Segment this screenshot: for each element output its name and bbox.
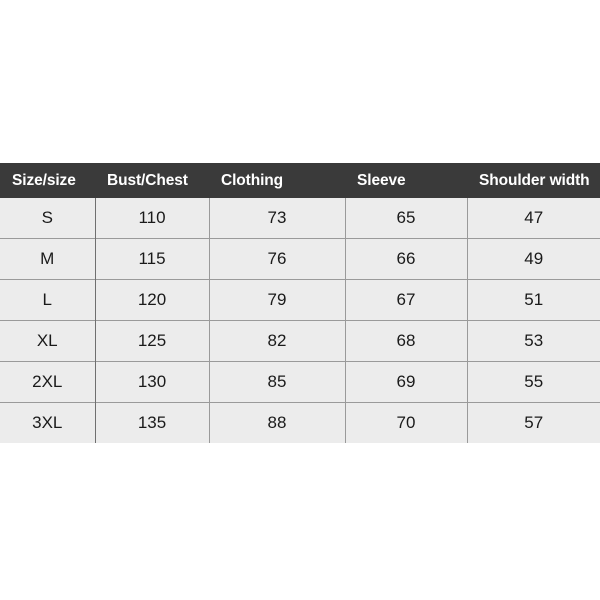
cell-sleeve: 66 xyxy=(345,238,468,280)
table-row: 3XL 135 88 70 57 xyxy=(0,402,600,443)
cell-clothing: 88 xyxy=(209,402,346,443)
column-header-bust-chest: Bust/Chest xyxy=(107,171,188,189)
table-row: 2XL 130 85 69 55 xyxy=(0,361,600,403)
table-header: Size/size Bust/Chest Clothing Sleeve Sho… xyxy=(0,163,600,198)
cell-bust: 130 xyxy=(95,361,210,403)
cell-clothing: 82 xyxy=(209,320,346,362)
cell-shoulder: 55 xyxy=(467,361,600,403)
cell-size: S xyxy=(0,198,96,239)
cell-clothing: 85 xyxy=(209,361,346,403)
cell-size: 2XL xyxy=(0,361,96,403)
table-row: S 110 73 65 47 xyxy=(0,198,600,239)
cell-shoulder: 49 xyxy=(467,238,600,280)
table-row: M 115 76 66 49 xyxy=(0,238,600,280)
size-chart-table: Size/size Bust/Chest Clothing Sleeve Sho… xyxy=(0,163,600,443)
cell-bust: 125 xyxy=(95,320,210,362)
cell-bust: 120 xyxy=(95,279,210,321)
table-body: S 110 73 65 47 M 115 76 66 49 L 120 79 6… xyxy=(0,198,600,443)
cell-sleeve: 70 xyxy=(345,402,468,443)
size-chart-container: Size/size Bust/Chest Clothing Sleeve Sho… xyxy=(0,163,600,443)
cell-shoulder: 57 xyxy=(467,402,600,443)
table-header-row: Size/size Bust/Chest Clothing Sleeve Sho… xyxy=(0,163,600,198)
column-header-size: Size/size xyxy=(12,171,76,189)
cell-clothing: 73 xyxy=(209,198,346,239)
cell-sleeve: 65 xyxy=(345,198,468,239)
cell-shoulder: 47 xyxy=(524,208,544,227)
cell-size: 3XL xyxy=(0,402,96,443)
cell-size: XL xyxy=(0,320,96,362)
cell-clothing: 76 xyxy=(209,238,346,280)
column-header-sleeve: Sleeve xyxy=(357,171,406,189)
cell-sleeve: 67 xyxy=(345,279,468,321)
cell-bust: 135 xyxy=(95,402,210,443)
cell-shoulder: 53 xyxy=(467,320,600,362)
column-header-clothing: Clothing xyxy=(221,171,284,189)
cell-shoulder: 51 xyxy=(467,279,600,321)
cell-sleeve: 69 xyxy=(345,361,468,403)
cell-clothing: 79 xyxy=(209,279,346,321)
table-row: XL 125 82 68 53 xyxy=(0,320,600,362)
cell-bust: 115 xyxy=(95,238,210,280)
cell-sleeve: 68 xyxy=(345,320,468,362)
cell-size: L xyxy=(0,279,96,321)
table-row: L 120 79 67 51 xyxy=(0,279,600,321)
column-header-shoulder-width: Shoulder width xyxy=(479,171,590,189)
cell-bust: 110 xyxy=(95,198,210,239)
cell-size: M xyxy=(0,238,96,280)
